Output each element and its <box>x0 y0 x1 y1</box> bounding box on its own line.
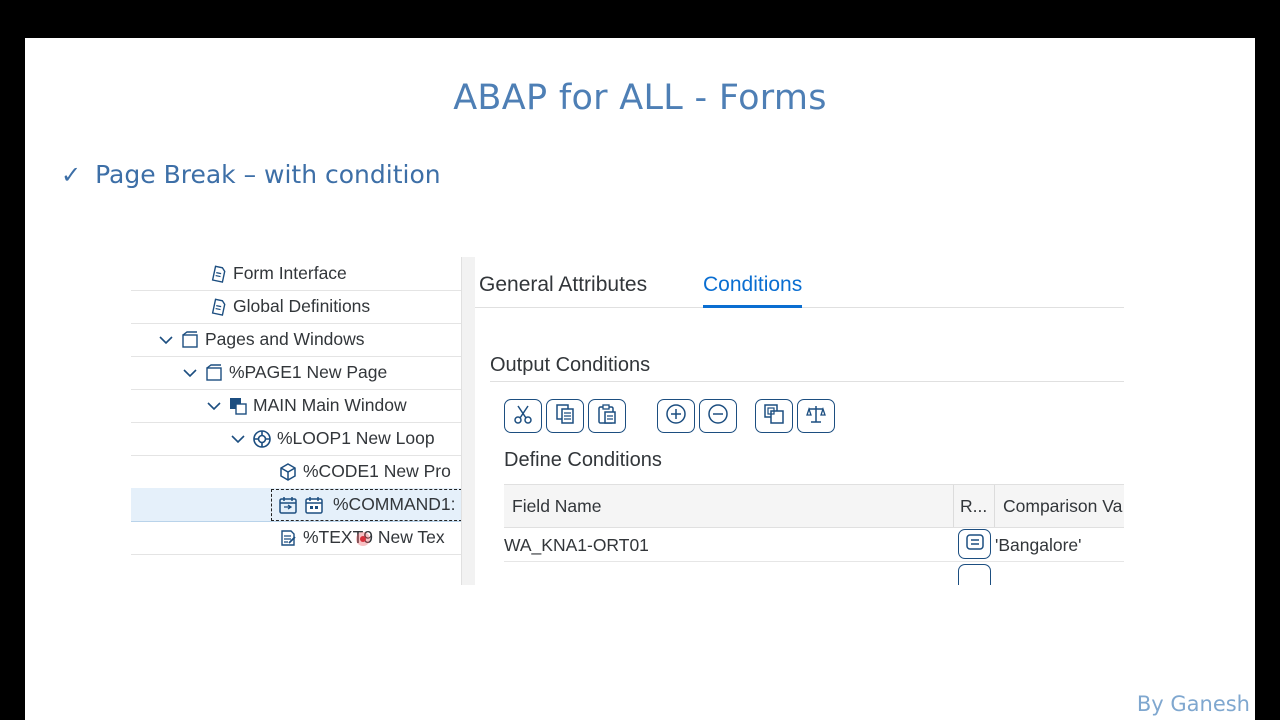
cut-button[interactable] <box>504 399 542 433</box>
tree-item-label: Global Definitions <box>233 296 371 316</box>
equals-icon <box>965 533 985 556</box>
slide: ABAP for ALL - Forms ✓ Page Break – with… <box>25 38 1255 720</box>
tree-item-loop1[interactable]: %LOOP1 New Loop <box>131 422 461 456</box>
tab-bar: General Attributes Conditions <box>475 257 1124 308</box>
copy-button[interactable] <box>546 399 584 433</box>
form-tree: Form Interface Global Definitions Pages … <box>131 257 461 585</box>
remove-icon <box>707 403 729 430</box>
tree-item-label: %PAGE1 New Page <box>229 362 388 382</box>
column-separator[interactable] <box>994 485 995 527</box>
author-credit: By Ganesh <box>1136 692 1250 716</box>
divider <box>490 381 1124 382</box>
tree-item-page1[interactable]: %PAGE1 New Page <box>131 356 461 390</box>
table-header: Field Name R... Comparison Va <box>504 484 1124 528</box>
define-conditions-title: Define Conditions <box>504 449 662 471</box>
page-icon <box>203 362 225 384</box>
node-properties-panel: General Attributes Conditions Output Con… <box>475 257 1124 585</box>
chevron-down-icon[interactable] <box>181 368 199 378</box>
paste-button[interactable] <box>588 399 626 433</box>
tree-item-label: Pages and Windows <box>205 329 365 349</box>
tree-item-label: Form Interface <box>233 263 347 283</box>
panel-splitter[interactable] <box>461 257 476 585</box>
chevron-down-icon[interactable] <box>157 335 175 345</box>
tree-item-global-definitions[interactable]: Global Definitions <box>131 290 461 324</box>
tree-item-label: %COMMAND1: <box>333 494 456 514</box>
add-row-button[interactable] <box>657 399 695 433</box>
tree-item-label: %TEXT9 New Tex <box>303 527 445 547</box>
check-icon: ✓ <box>61 160 82 189</box>
comparison-value-cell[interactable]: 'Bangalore' <box>995 535 1081 556</box>
chevron-down-icon[interactable] <box>229 434 247 444</box>
loop-icon <box>251 428 273 450</box>
column-separator[interactable] <box>953 485 954 527</box>
output-conditions-title: Output Conditions <box>490 354 651 376</box>
cut-icon <box>512 403 534 430</box>
column-header-comparison-value[interactable]: Comparison Va <box>1003 496 1122 517</box>
tree-item-label: %CODE1 New Pro <box>303 461 451 481</box>
bullet-text: Page Break – with condition <box>95 160 441 189</box>
duplicate-button[interactable] <box>755 399 793 433</box>
tree-item-code1[interactable]: %CODE1 New Pro <box>131 455 461 489</box>
check-conditions-button[interactable] <box>797 399 835 433</box>
field-name-cell[interactable]: WA_KNA1-ORT01 <box>504 535 649 556</box>
tree-item-form-interface[interactable]: Form Interface <box>131 257 461 291</box>
tree-item-main-window[interactable]: MAIN Main Window <box>131 389 461 423</box>
relation-button[interactable] <box>958 529 991 559</box>
table-row[interactable]: WA_KNA1-ORT01 'Bangalore' <box>504 527 1124 562</box>
remove-row-button[interactable] <box>699 399 737 433</box>
tree-item-text9[interactable]: %TEXT9 New Tex <box>131 521 461 555</box>
chevron-down-icon[interactable] <box>205 401 223 411</box>
global-definitions-icon <box>207 296 229 318</box>
slide-title: ABAP for ALL - Forms <box>453 78 827 118</box>
paste-icon <box>596 403 618 430</box>
add-icon <box>665 403 687 430</box>
code-icon <box>277 461 299 483</box>
table-row[interactable] <box>504 562 1124 585</box>
relation-button[interactable] <box>958 564 991 585</box>
tab-general-attributes[interactable]: General Attributes <box>479 273 647 305</box>
form-interface-icon <box>207 263 229 285</box>
pages-windows-icon <box>179 329 201 351</box>
command-icon <box>303 494 325 516</box>
column-header-relation[interactable]: R... <box>960 496 987 517</box>
balance-icon <box>805 403 827 430</box>
text-icon <box>277 527 299 549</box>
tree-item-label: %LOOP1 New Loop <box>277 428 435 448</box>
tree-item-pages-and-windows[interactable]: Pages and Windows <box>131 323 461 357</box>
calendar-command-icon <box>277 494 299 516</box>
column-header-field-name[interactable]: Field Name <box>512 496 601 517</box>
tab-conditions[interactable]: Conditions <box>703 273 803 308</box>
mouse-cursor <box>356 532 370 546</box>
bullet-point: ✓ Page Break – with condition <box>61 160 441 189</box>
window-icon <box>227 395 249 417</box>
tree-item-label: MAIN Main Window <box>253 395 407 415</box>
copy-icon <box>554 403 576 430</box>
tree-item-command1[interactable]: %COMMAND1: <box>131 488 461 522</box>
duplicate-icon <box>763 403 785 430</box>
